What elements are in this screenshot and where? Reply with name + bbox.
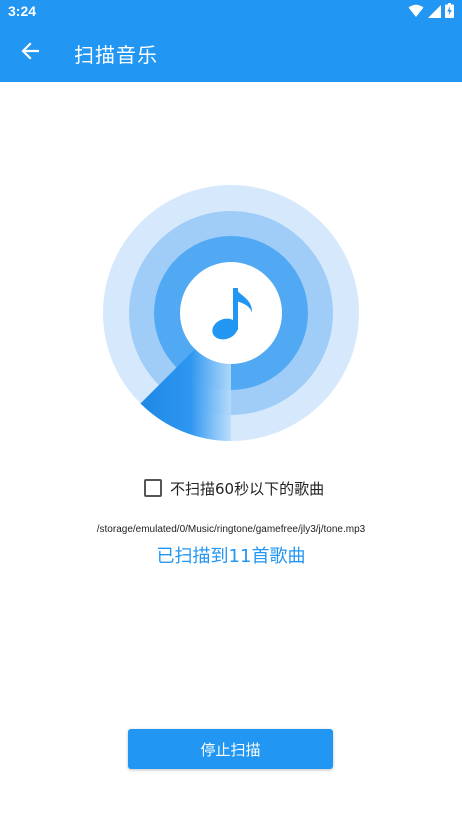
center-disc — [180, 262, 282, 364]
stop-scan-button[interactable]: 停止扫描 — [128, 729, 333, 769]
checkbox-box[interactable] — [144, 479, 162, 497]
stop-scan-label: 停止扫描 — [200, 740, 261, 759]
battery-charging-icon — [445, 2, 454, 22]
cell-signal-icon — [428, 3, 441, 22]
scanner-graphic — [103, 185, 359, 441]
scan-music-screen: 3:24 扫描音乐 不扫描60秒以下的歌曲 /storage/emulated/… — [0, 0, 462, 821]
current-scan-path: /storage/emulated/0/Music/ringtone/gamef… — [96, 524, 366, 535]
app-bar: 扫描音乐 — [0, 24, 462, 82]
wifi-icon — [408, 3, 424, 22]
checkbox-label: 不扫描60秒以下的歌曲 — [170, 479, 325, 498]
status-bar: 3:24 — [0, 0, 462, 24]
back-button[interactable] — [8, 31, 52, 75]
skip-short-songs-checkbox[interactable]: 不扫描60秒以下的歌曲 — [144, 477, 324, 499]
scanned-count: 已扫描到11首歌曲 — [156, 546, 306, 567]
status-time: 3:24 — [8, 3, 37, 19]
arrow-left-icon — [21, 42, 40, 64]
page-title: 扫描音乐 — [74, 43, 158, 67]
status-icons — [408, 2, 454, 22]
